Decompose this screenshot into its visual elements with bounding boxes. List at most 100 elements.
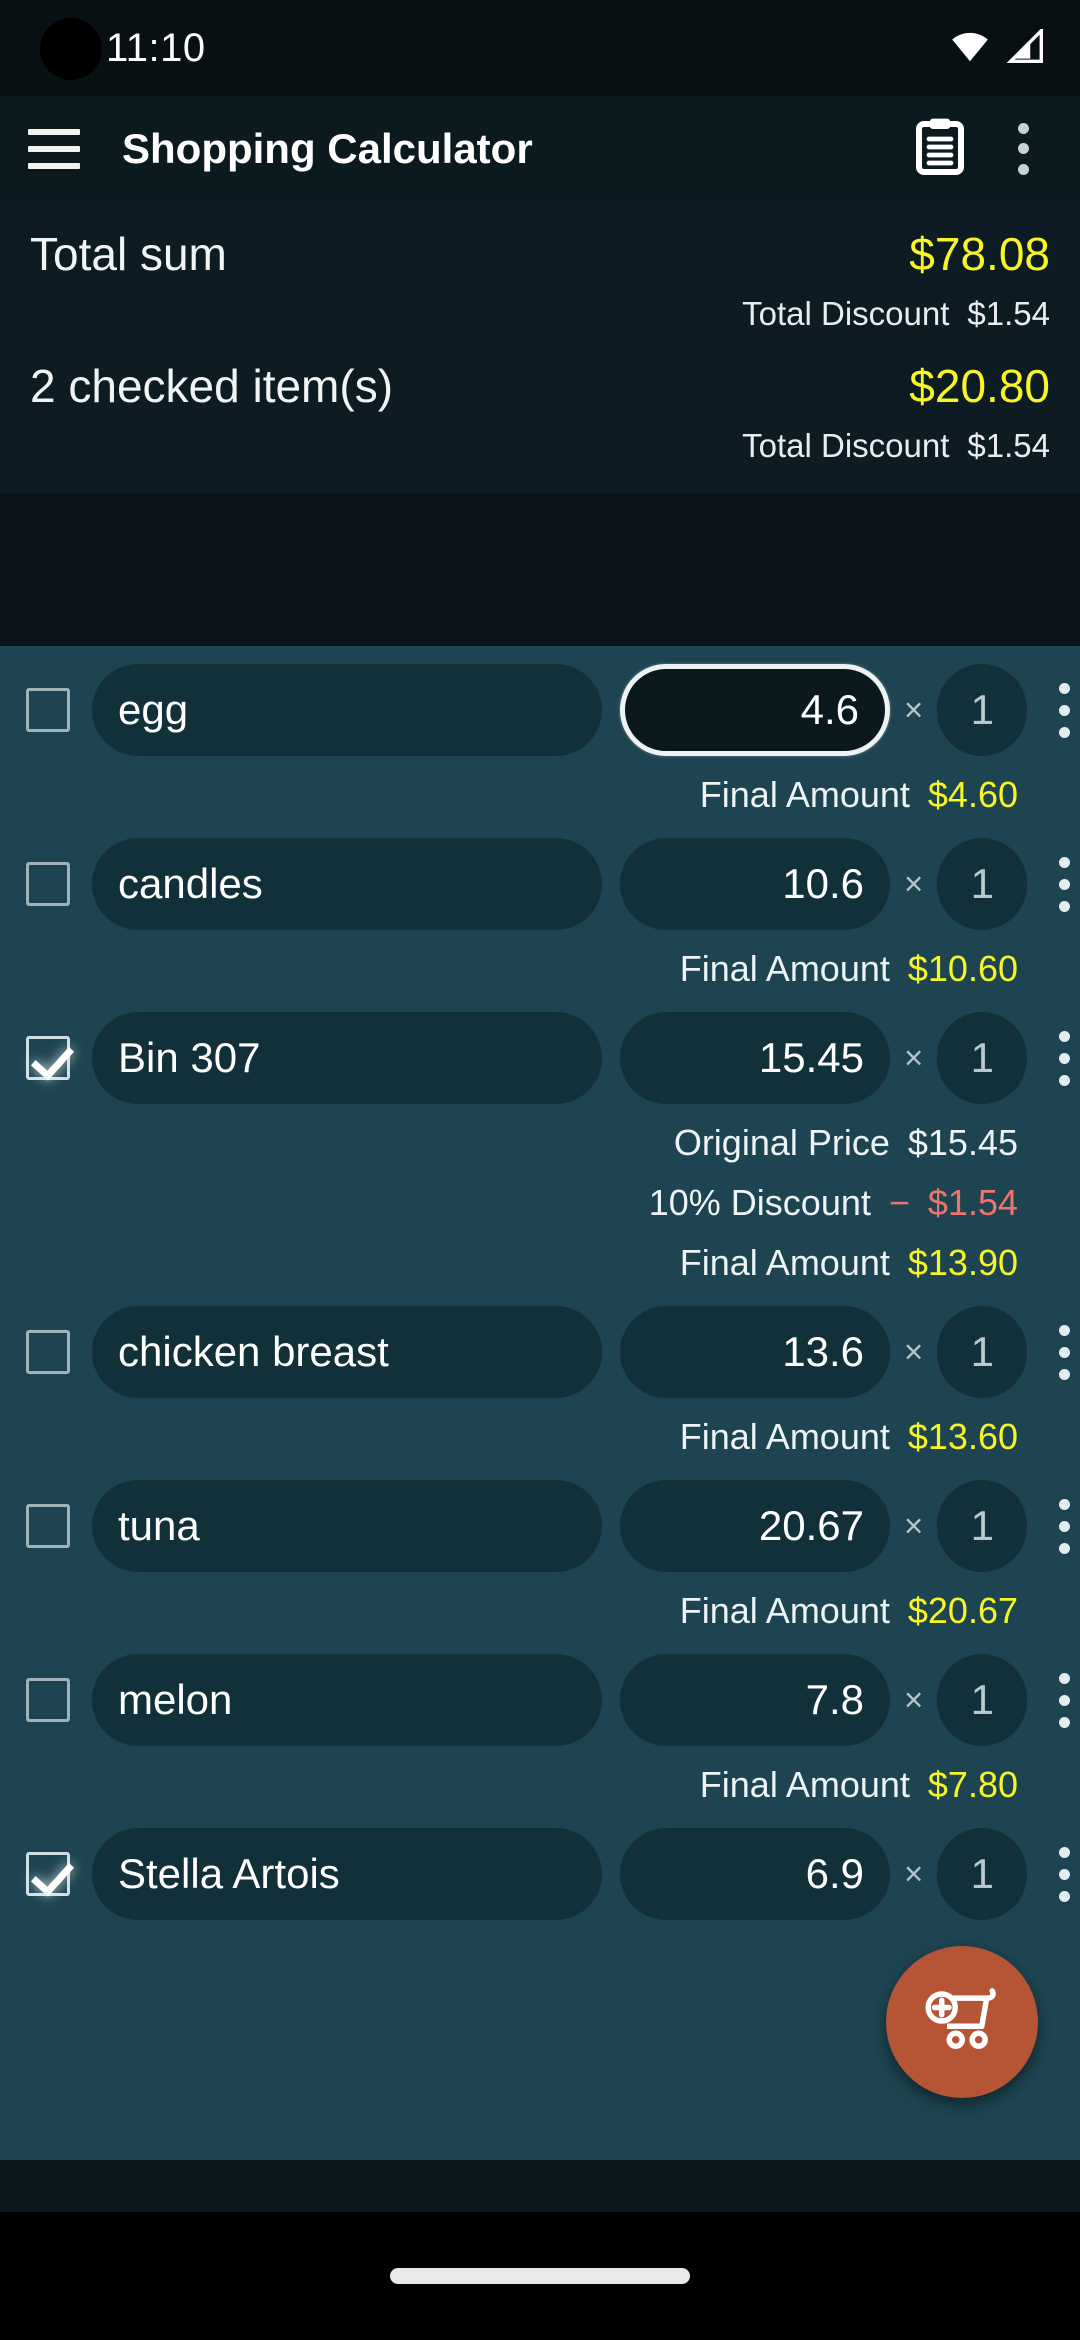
item-checkbox[interactable] xyxy=(26,1678,70,1722)
final-amount-row: Final Amount $10.60 xyxy=(26,948,1054,990)
list-item[interactable]: candles 10.6 × 1 Final Amount $10.60 xyxy=(0,820,1080,994)
status-bar-icons xyxy=(948,26,1046,68)
wifi-icon xyxy=(948,29,992,68)
item-quantity-value: 1 xyxy=(970,1850,994,1897)
add-to-cart-icon xyxy=(923,1983,1001,2062)
item-checkbox[interactable] xyxy=(26,1036,70,1080)
final-amount-value: $13.60 xyxy=(907,1416,1018,1457)
total-sum-value: $78.08 xyxy=(909,228,1050,280)
list-item[interactable]: Bin 307 15.45 × 1 Original Price $15.45 10% Di… xyxy=(0,994,1080,1288)
list-bottom-edge xyxy=(0,2160,1080,2212)
item-quantity-input[interactable]: 1 xyxy=(937,1480,1028,1572)
list-item-main: Stella Artois 6.9 × 1 xyxy=(26,1828,1070,1920)
item-checkbox[interactable] xyxy=(26,1504,70,1548)
item-price-input[interactable]: 20.67 xyxy=(620,1480,890,1572)
hamburger-menu-icon[interactable] xyxy=(28,128,80,169)
summary-panel: Total sum $78.08 Total Discount $1.54 2 … xyxy=(0,201,1080,493)
list-item[interactable]: Stella Artois 6.9 × 1 xyxy=(0,1810,1080,1924)
item-overflow-menu-icon[interactable] xyxy=(1037,1486,1080,1566)
item-discount-label: 10% Discount xyxy=(648,1182,871,1223)
item-name-value: egg xyxy=(118,686,189,733)
list-item[interactable]: egg 4.6 × 1 Final Amount $4.60 xyxy=(0,646,1080,820)
checked-discount-value: $1.54 xyxy=(967,427,1050,464)
total-sum-row: Total sum $78.08 xyxy=(30,227,1050,281)
item-checkbox[interactable] xyxy=(26,862,70,906)
item-quantity-input[interactable]: 1 xyxy=(937,1828,1028,1920)
item-quantity-input[interactable]: 1 xyxy=(937,1306,1028,1398)
item-overflow-menu-icon[interactable] xyxy=(1037,1018,1080,1098)
status-bar-clock: 11:10 xyxy=(106,25,206,70)
item-quantity-value: 1 xyxy=(970,1502,994,1549)
item-name-input[interactable]: egg xyxy=(92,664,602,756)
item-price-input[interactable]: 4.6 xyxy=(620,664,890,756)
total-discount-row: Total Discount $1.54 xyxy=(30,295,1050,333)
item-name-input[interactable]: chicken breast xyxy=(92,1306,602,1398)
item-price-input[interactable]: 13.6 xyxy=(620,1306,890,1398)
item-price-input[interactable]: 10.6 xyxy=(620,838,890,930)
final-amount-value: $7.80 xyxy=(927,1764,1018,1805)
item-quantity-input[interactable]: 1 xyxy=(937,838,1028,930)
page-title: Shopping Calculator xyxy=(122,124,533,172)
final-amount-row: Final Amount $13.60 xyxy=(26,1416,1054,1458)
cell-signal-icon xyxy=(1006,26,1046,68)
item-price-value: 6.9 xyxy=(805,1850,864,1897)
list-item[interactable]: tuna 20.67 × 1 Final Amount $20.67 xyxy=(0,1462,1080,1636)
item-overflow-menu-icon[interactable] xyxy=(1037,1660,1080,1740)
item-name-input[interactable]: melon xyxy=(92,1654,602,1746)
item-overflow-menu-icon[interactable] xyxy=(1037,670,1080,750)
final-amount-row: Final Amount $4.60 xyxy=(26,774,1054,816)
item-quantity-value: 1 xyxy=(970,860,994,907)
final-amount-label: Final Amount xyxy=(699,774,910,815)
item-overflow-menu-icon[interactable] xyxy=(1037,1834,1080,1914)
system-navigation-bar xyxy=(0,2212,1080,2340)
multiply-symbol: × xyxy=(904,1039,924,1076)
item-name-value: melon xyxy=(118,1676,233,1723)
item-name-value: tuna xyxy=(118,1502,200,1549)
final-amount-row: Final Amount $13.90 xyxy=(26,1242,1054,1284)
list-item[interactable]: chicken breast 13.6 × 1 Final Amount $13.60 xyxy=(0,1288,1080,1462)
total-sum-label: Total sum xyxy=(30,228,227,280)
item-checkbox[interactable] xyxy=(26,1330,70,1374)
item-quantity-input[interactable]: 1 xyxy=(937,1654,1028,1746)
phone-screen: 11:10 Shopping Calculator Total sum $78.… xyxy=(0,0,1080,2340)
original-price-value: $15.45 xyxy=(907,1122,1018,1163)
item-discount-value: $1.54 xyxy=(927,1182,1018,1223)
item-quantity-value: 1 xyxy=(970,686,994,733)
home-gesture-pill[interactable] xyxy=(390,2268,690,2284)
item-price-input[interactable]: 7.8 xyxy=(620,1654,890,1746)
multiply-symbol: × xyxy=(904,1507,924,1544)
shopping-item-list[interactable]: egg 4.6 × 1 Final Amount $4.60 candles 10.6 × 1 Fi… xyxy=(0,646,1080,2160)
final-amount-value: $13.90 xyxy=(907,1242,1018,1283)
item-overflow-menu-icon[interactable] xyxy=(1037,844,1080,924)
item-price-input[interactable]: 15.45 xyxy=(620,1012,890,1104)
overflow-menu-icon[interactable] xyxy=(1000,122,1046,175)
multiply-symbol: × xyxy=(904,1681,924,1718)
item-name-value: Bin 307 xyxy=(118,1034,261,1081)
final-amount-label: Final Amount xyxy=(679,1416,890,1457)
item-overflow-menu-icon[interactable] xyxy=(1037,1312,1080,1392)
final-amount-row: Final Amount $20.67 xyxy=(26,1590,1054,1632)
item-name-input[interactable]: tuna xyxy=(92,1480,602,1572)
status-bar: 11:10 xyxy=(0,0,1080,96)
checked-discount-row: Total Discount $1.54 xyxy=(30,427,1050,465)
item-name-input[interactable]: candles xyxy=(92,838,602,930)
item-checkbox[interactable] xyxy=(26,688,70,732)
item-quantity-value: 1 xyxy=(970,1676,994,1723)
add-to-cart-fab[interactable] xyxy=(886,1946,1038,2098)
item-quantity-input[interactable]: 1 xyxy=(937,1012,1028,1104)
original-price-row: Original Price $15.45 xyxy=(26,1122,1054,1164)
list-item[interactable]: melon 7.8 × 1 Final Amount $7.80 xyxy=(0,1636,1080,1810)
item-quantity-input[interactable]: 1 xyxy=(937,664,1028,756)
item-name-input[interactable]: Bin 307 xyxy=(92,1012,602,1104)
item-checkbox[interactable] xyxy=(26,1852,70,1896)
multiply-symbol: × xyxy=(904,1333,924,1370)
discount-minus-sign: − xyxy=(888,1182,910,1223)
item-name-input[interactable]: Stella Artois xyxy=(92,1828,602,1920)
final-amount-label: Final Amount xyxy=(679,1590,890,1631)
list-item-main: candles 10.6 × 1 xyxy=(26,838,1070,930)
item-price-input[interactable]: 6.9 xyxy=(620,1828,890,1920)
checked-items-label: 2 checked item(s) xyxy=(30,360,394,412)
item-quantity-value: 1 xyxy=(970,1328,994,1375)
clipboard-notes-icon[interactable] xyxy=(914,117,966,180)
item-name-value: Stella Artois xyxy=(118,1850,340,1897)
